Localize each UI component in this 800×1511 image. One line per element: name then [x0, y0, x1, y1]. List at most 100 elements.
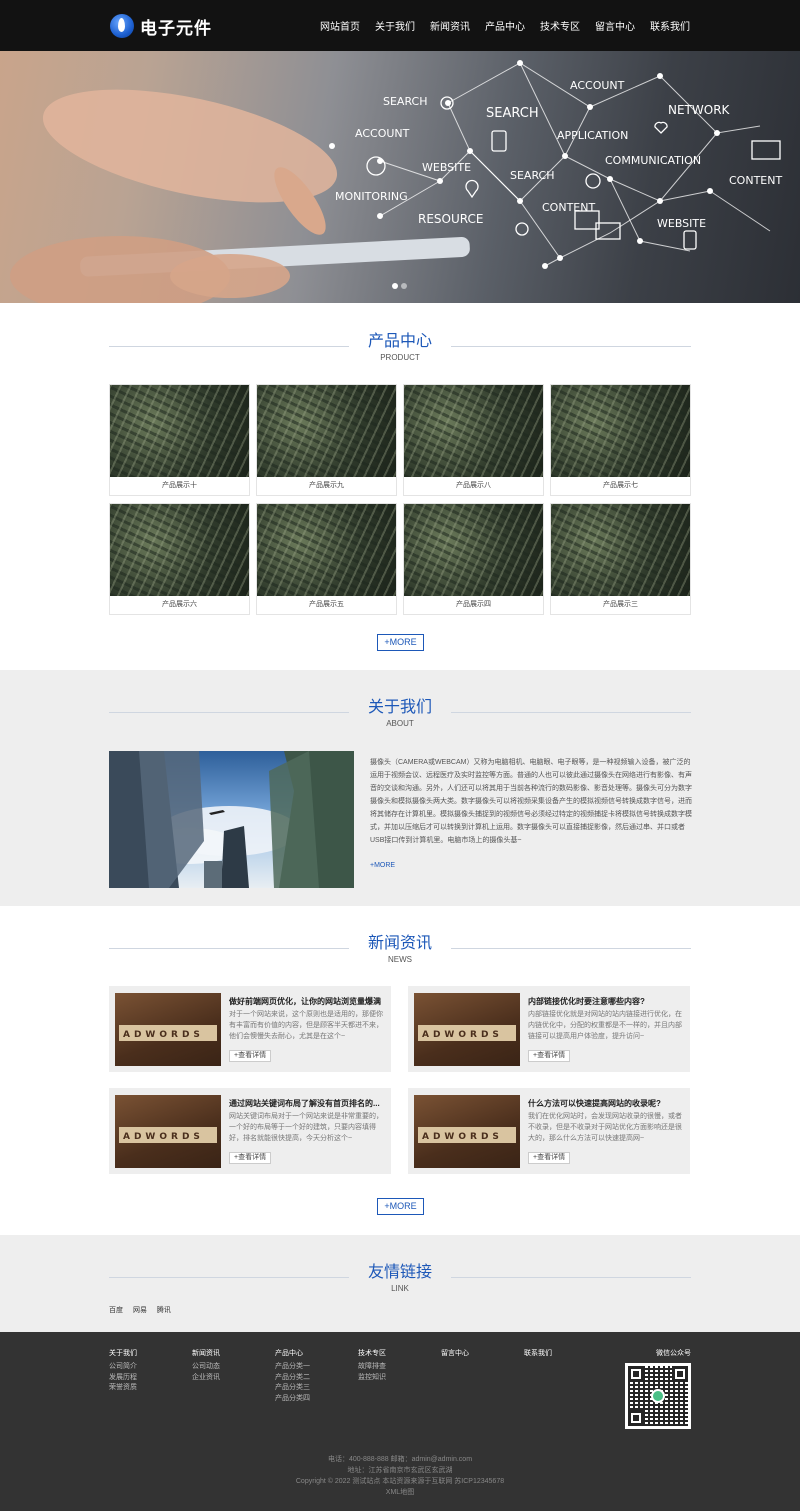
- footer-link[interactable]: 公司动态: [192, 1362, 220, 1373]
- footer-link[interactable]: 产品分类二: [275, 1373, 310, 1384]
- footer-heading[interactable]: 技术专区: [358, 1349, 386, 1359]
- product-name[interactable]: 产品展示十: [110, 477, 249, 495]
- footer-link[interactable]: 荣誉资质: [109, 1383, 137, 1394]
- news-card[interactable]: ADWORDS 做好前端网页优化，让你的网站浏览量爆满 对于一个网站来说，这个原…: [109, 986, 391, 1072]
- footer-heading[interactable]: 新闻资讯: [192, 1349, 220, 1359]
- product-name[interactable]: 产品展示六: [110, 596, 249, 614]
- footer-link[interactable]: 产品分类一: [275, 1362, 310, 1373]
- news-card[interactable]: ADWORDS 什么方法可以快速提高网站的收录呢? 我们在优化网站时，会发现网站…: [408, 1088, 690, 1174]
- nav-message[interactable]: 留言中心: [595, 18, 635, 33]
- news-summary: 网站关键词布局对于一个网站来说是非常重要的，一个好的布局等于一个好的建筑，只要内…: [229, 1113, 383, 1142]
- product-name[interactable]: 产品展示三: [551, 596, 690, 614]
- banner-label: SEARCH: [510, 169, 555, 182]
- news-summary: 对于一个网站来说，这个原则也是适用的，那便你有丰富而有价值的内容，但是顾客半天都…: [229, 1011, 383, 1040]
- section-title: 关于我们: [367, 699, 432, 716]
- logo[interactable]: 电子元件: [110, 13, 212, 39]
- adwords-tiles: ADWORDS: [422, 1030, 503, 1040]
- main-nav: 网站首页 关于我们 新闻资讯 产品中心 技术专区 留言中心 联系我们: [305, 0, 690, 51]
- news-detail-button[interactable]: +查看详情: [528, 1050, 571, 1062]
- circuit-board-image[interactable]: [551, 504, 690, 596]
- wechat-icon: [651, 1389, 665, 1403]
- circuit-board-image[interactable]: [404, 385, 543, 477]
- product-card[interactable]: 产品展示七: [550, 384, 691, 496]
- product-card[interactable]: 产品展示五: [256, 503, 397, 615]
- product-card[interactable]: 产品展示八: [403, 384, 544, 496]
- adwords-image[interactable]: ADWORDS: [115, 1095, 221, 1168]
- news-title[interactable]: 什么方法可以快速提高网站的收录呢?: [528, 1098, 686, 1109]
- news-detail-button[interactable]: +查看详情: [528, 1152, 571, 1164]
- adwords-tiles: ADWORDS: [123, 1132, 204, 1142]
- news-more-button[interactable]: +MORE: [377, 1198, 424, 1215]
- friend-link[interactable]: 腾讯: [157, 1307, 171, 1314]
- adwords-image[interactable]: ADWORDS: [115, 993, 221, 1066]
- product-name[interactable]: 产品展示七: [551, 477, 690, 495]
- friend-link[interactable]: 网易: [133, 1307, 147, 1314]
- footer-link[interactable]: 监控知识: [358, 1373, 386, 1384]
- friend-links: 百度 网易 腾讯: [109, 1305, 179, 1315]
- footer-heading[interactable]: 联系我们: [524, 1349, 552, 1359]
- circuit-board-image[interactable]: [551, 385, 690, 477]
- products-more-button[interactable]: +MORE: [377, 634, 424, 651]
- wechat-qr-code: [625, 1363, 691, 1429]
- news-summary: 内部链接优化就是对网站的站内链接进行优化，在内链优化中，分配的权重都是不一样的，…: [528, 1011, 682, 1040]
- banner-label: RESOURCE: [418, 212, 483, 226]
- news-detail-button[interactable]: +查看详情: [229, 1152, 272, 1164]
- footer-link[interactable]: 发展历程: [109, 1373, 137, 1384]
- footer-col-products: 产品中心 产品分类一 产品分类二 产品分类三 产品分类四: [275, 1349, 310, 1404]
- nav-news[interactable]: 新闻资讯: [430, 18, 470, 33]
- product-name[interactable]: 产品展示八: [404, 477, 543, 495]
- nav-home[interactable]: 网站首页: [320, 18, 360, 33]
- product-name[interactable]: 产品展示五: [257, 596, 396, 614]
- news-card[interactable]: ADWORDS 通过网站关键词布局了解没有首页排名的... 网站关键词布局对于一…: [109, 1088, 391, 1174]
- footer-link[interactable]: 故障排查: [358, 1362, 386, 1373]
- footer-col-message: 留言中心: [441, 1349, 469, 1362]
- news-summary: 我们在优化网站时，会发现网站收录的很慢，或者不收录，但是不收录对于网站优化方面影…: [528, 1113, 682, 1142]
- circuit-board-image[interactable]: [404, 504, 543, 596]
- banner-label: WEBSITE: [657, 217, 706, 230]
- product-card[interactable]: 产品展示四: [403, 503, 544, 615]
- product-card[interactable]: 产品展示六: [109, 503, 250, 615]
- wechat-block: 微信公众号: [625, 1349, 691, 1359]
- footer-col-contact: 联系我们: [524, 1349, 552, 1362]
- nav-contact[interactable]: 联系我们: [650, 18, 690, 33]
- circuit-board-image[interactable]: [257, 385, 396, 477]
- footer-link[interactable]: 产品分类四: [275, 1394, 310, 1405]
- product-card[interactable]: 产品展示九: [256, 384, 397, 496]
- sitemap-link[interactable]: XML地图: [0, 1487, 800, 1498]
- hero-banner[interactable]: SEARCH SEARCH ACCOUNT ACCOUNT NETWORK AP…: [0, 51, 800, 303]
- products-heading: 产品中心 PRODUCT: [109, 332, 691, 372]
- footer-heading[interactable]: 留言中心: [441, 1349, 469, 1359]
- flame-logo-icon: [110, 14, 134, 38]
- banner-label: NETWORK: [668, 103, 731, 117]
- footer-heading[interactable]: 关于我们: [109, 1349, 137, 1359]
- nav-tech[interactable]: 技术专区: [540, 18, 580, 33]
- footer-copyright: 电话：400-888-888 邮箱：admin@admin.com 地址：江苏省…: [0, 1454, 800, 1498]
- product-name[interactable]: 产品展示四: [404, 596, 543, 614]
- circuit-board-image[interactable]: [110, 385, 249, 477]
- adwords-image[interactable]: ADWORDS: [414, 993, 520, 1066]
- about-description: 摄像头（CAMERA或WEBCAM）又称为电脑相机、电脑眼、电子眼等，是一种视频…: [370, 759, 692, 844]
- footer-link[interactable]: 企业资讯: [192, 1373, 220, 1384]
- news-title[interactable]: 通过网站关键词布局了解没有首页排名的...: [229, 1098, 387, 1109]
- news-detail-button[interactable]: +查看详情: [229, 1050, 272, 1062]
- product-card[interactable]: 产品展示三: [550, 503, 691, 615]
- slider-dot[interactable]: [401, 283, 407, 289]
- footer-link[interactable]: 产品分类三: [275, 1383, 310, 1394]
- copyright-line: Copyright © 2022 测试站点 本站资源来源于互联网 苏ICP123…: [295, 1478, 505, 1485]
- product-card[interactable]: 产品展示十: [109, 384, 250, 496]
- news-title[interactable]: 内部链接优化时要注意哪些内容?: [528, 996, 686, 1007]
- circuit-board-image[interactable]: [110, 504, 249, 596]
- about-more-link[interactable]: +MORE: [370, 862, 395, 869]
- nav-about[interactable]: 关于我们: [375, 18, 415, 33]
- nav-products[interactable]: 产品中心: [485, 18, 525, 33]
- friend-link[interactable]: 百度: [109, 1307, 123, 1314]
- circuit-board-image[interactable]: [257, 504, 396, 596]
- product-name[interactable]: 产品展示九: [257, 477, 396, 495]
- slider-dot-active[interactable]: [392, 283, 398, 289]
- contact-line: 电话：400-888-888 邮箱：admin@admin.com: [327, 1456, 473, 1463]
- adwords-image[interactable]: ADWORDS: [414, 1095, 520, 1168]
- footer-link[interactable]: 公司简介: [109, 1362, 137, 1373]
- news-title[interactable]: 做好前端网页优化，让你的网站浏览量爆满: [229, 996, 387, 1007]
- news-card[interactable]: ADWORDS 内部链接优化时要注意哪些内容? 内部链接优化就是对网站的站内链接…: [408, 986, 690, 1072]
- footer-heading[interactable]: 产品中心: [275, 1349, 310, 1359]
